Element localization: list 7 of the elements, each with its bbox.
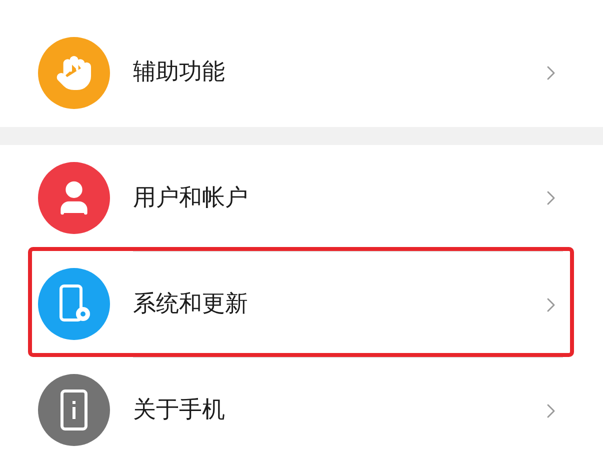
phone-info-icon [59, 389, 89, 431]
phone-gear-icon [57, 284, 91, 324]
hand-icon [55, 54, 93, 92]
menu-item-label[interactable]: 用户和帐户 [133, 180, 539, 216]
menu-item-label[interactable]: 关于手机 [133, 393, 539, 428]
menu-item-label[interactable]: 辅助功能 [133, 55, 539, 90]
menu-item-label[interactable]: 系统和更新 [133, 287, 539, 322]
